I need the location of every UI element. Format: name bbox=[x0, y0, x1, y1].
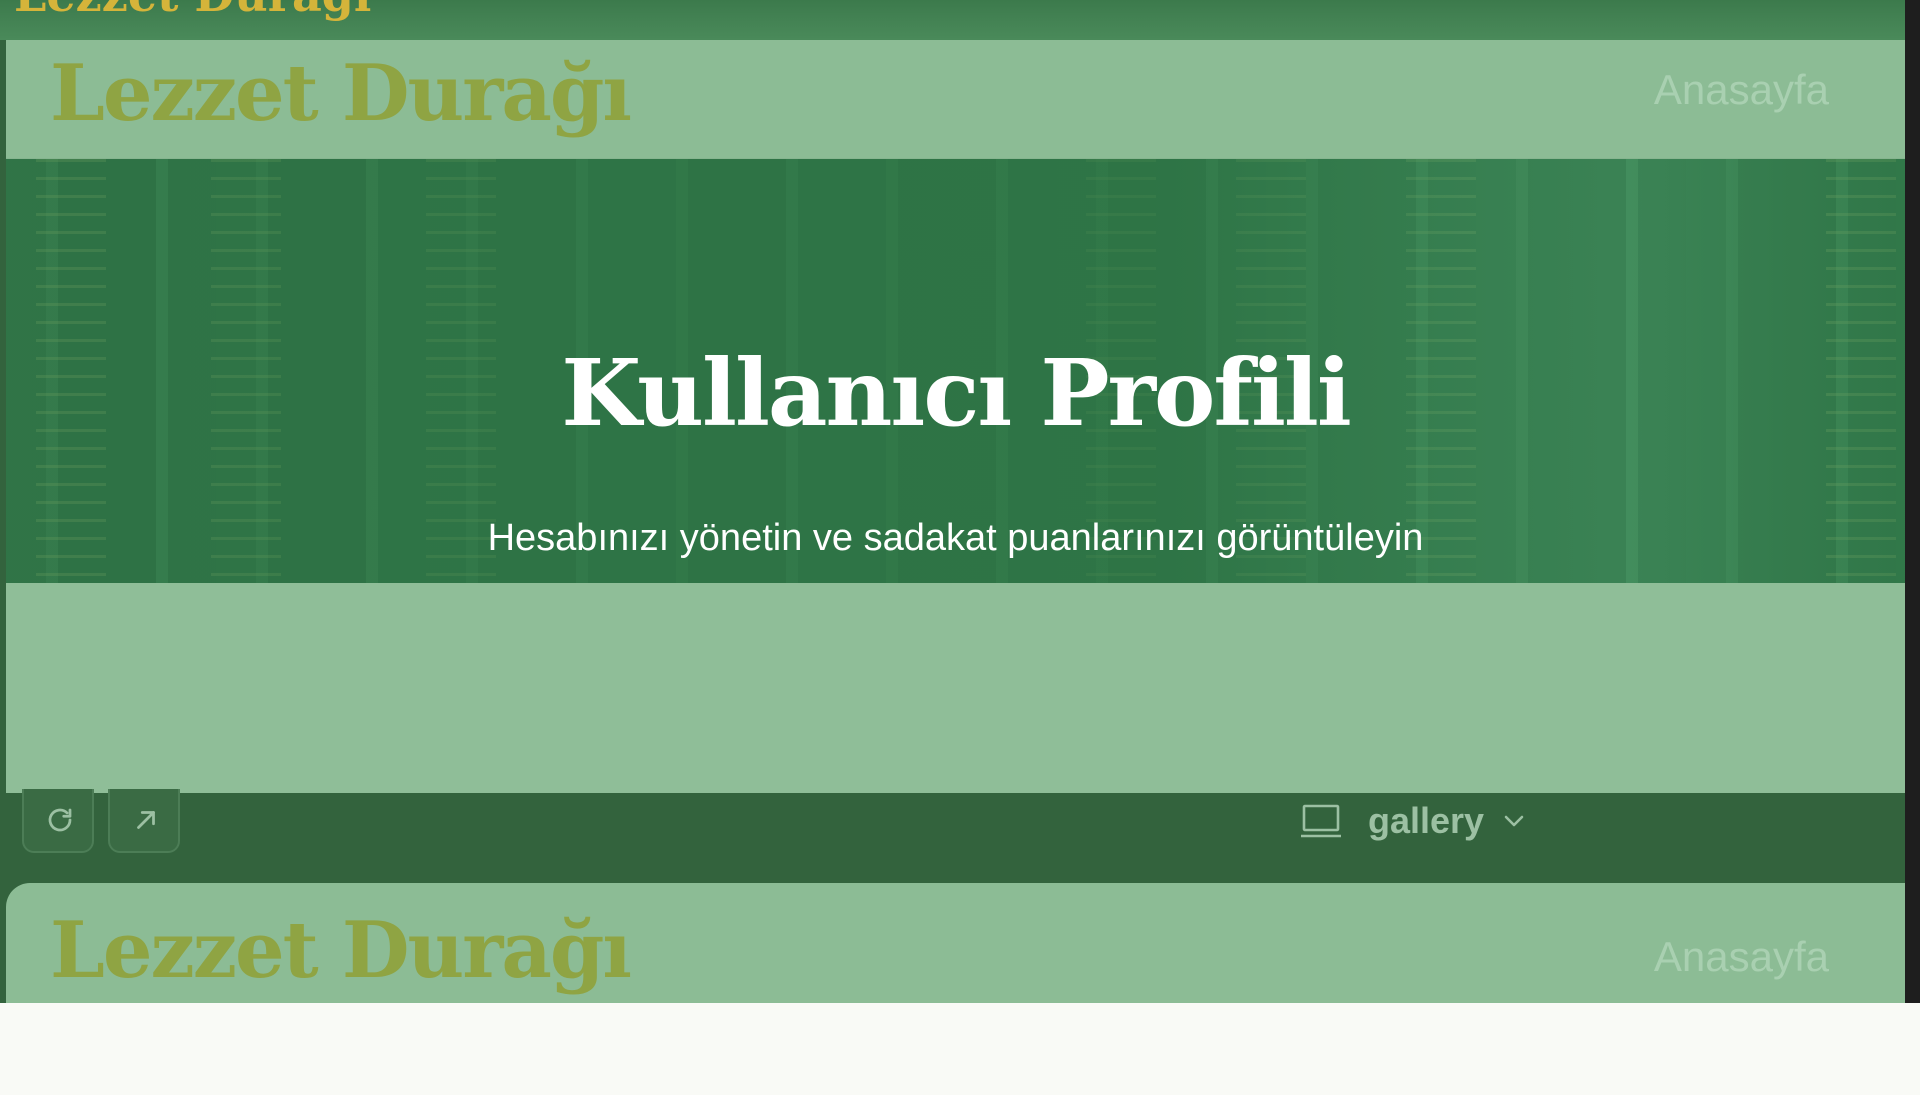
previous-preview-strip: Lezzet Durağı bbox=[0, 0, 1905, 40]
page-subtitle: Hesabınızı yönetin ve sadakat puanlarını… bbox=[487, 517, 1424, 559]
page-footer-blank bbox=[0, 1003, 1920, 1095]
preview-toolbar: gallery bbox=[0, 789, 1905, 883]
secondary-nav-link-home[interactable]: Anasayfa bbox=[1654, 933, 1829, 981]
site-preview-panel: Lezzet Durağı Anasayfa Kullanıcı Profili… bbox=[6, 40, 1905, 793]
nav-link-home[interactable]: Anasayfa bbox=[1654, 66, 1829, 114]
page-title: Kullanıcı Profili bbox=[561, 339, 1352, 447]
open-in-new-tab-button[interactable] bbox=[108, 789, 180, 853]
profile-content-area bbox=[6, 583, 1905, 793]
secondary-preview-panel: Lezzet Durağı Anasayfa bbox=[6, 883, 1905, 1003]
app-stage: Lezzet Durağı Lezzet Durağı Anasayfa Kul… bbox=[0, 0, 1920, 1095]
arrow-up-right-icon bbox=[137, 811, 155, 829]
refresh-button[interactable] bbox=[22, 789, 94, 853]
site-navbar: Lezzet Durağı Anasayfa bbox=[6, 40, 1905, 159]
laptop-icon[interactable] bbox=[1300, 803, 1342, 841]
refresh-icon bbox=[48, 808, 72, 832]
view-mode-select[interactable]: gallery bbox=[1368, 797, 1526, 845]
secondary-site-logo[interactable]: Lezzet Durağı bbox=[50, 905, 632, 996]
previous-preview-logo: Lezzet Durağı bbox=[14, 0, 371, 22]
preview-workspace: Lezzet Durağı Lezzet Durağı Anasayfa Kul… bbox=[0, 0, 1920, 1003]
hero-banner: Kullanıcı Profili Hesabınızı yönetin ve … bbox=[6, 159, 1905, 583]
chevron-down-icon bbox=[1504, 815, 1524, 827]
view-mode-value: gallery bbox=[1368, 800, 1485, 841]
window-edge bbox=[1905, 0, 1920, 1003]
site-logo[interactable]: Lezzet Durağı bbox=[50, 48, 632, 139]
